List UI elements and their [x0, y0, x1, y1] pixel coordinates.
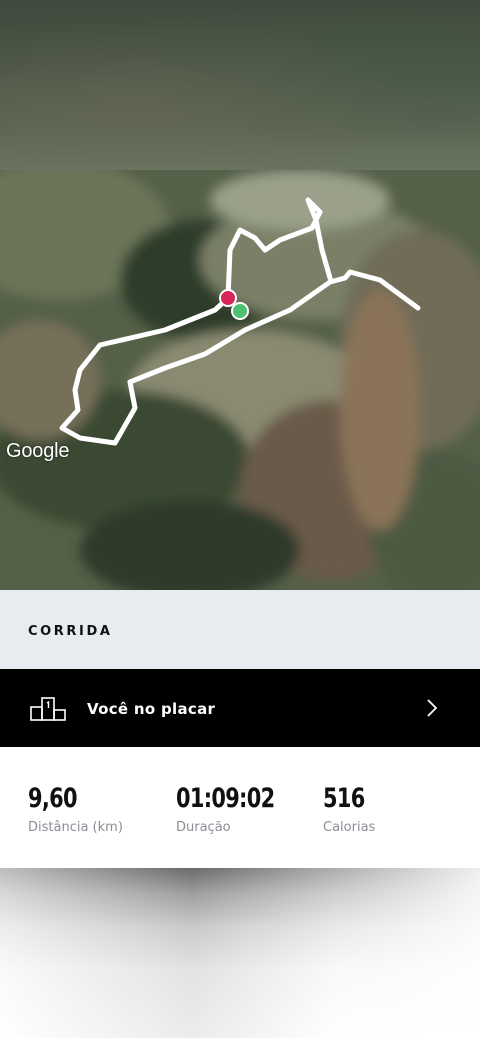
scoreboard-label: Você no placar: [87, 700, 216, 718]
satellite-map-image: [0, 170, 480, 590]
scoreboard-button[interactable]: Você no placar: [0, 669, 480, 747]
blurred-footer-background: [0, 868, 480, 1038]
google-attribution: Google: [6, 440, 70, 462]
stat-duration-label: Duração: [176, 820, 231, 835]
stat-distance: 9,60 Distância (km): [28, 783, 123, 835]
stat-duration: 01:09:02 Duração: [176, 783, 290, 835]
activity-type-title: CORRIDA: [28, 624, 113, 639]
stat-distance-value: 9,60: [28, 783, 77, 814]
route-map[interactable]: Google: [0, 170, 480, 590]
activity-stats: 9,60 Distância (km) 01:09:02 Duração 516…: [0, 747, 480, 868]
blurred-header-background: [0, 0, 480, 170]
stat-duration-value: 01:09:02: [176, 783, 275, 814]
chevron-right-icon: [427, 699, 438, 717]
start-marker: [231, 302, 249, 320]
stat-calories-value: 516: [323, 783, 365, 814]
stat-calories: 516 Calorias: [323, 783, 375, 835]
stat-calories-label: Calorias: [323, 820, 376, 835]
activity-type-header: CORRIDA: [0, 590, 480, 669]
podium-icon: [30, 697, 66, 721]
stat-distance-label: Distância (km): [28, 820, 123, 835]
end-marker: [219, 289, 237, 307]
